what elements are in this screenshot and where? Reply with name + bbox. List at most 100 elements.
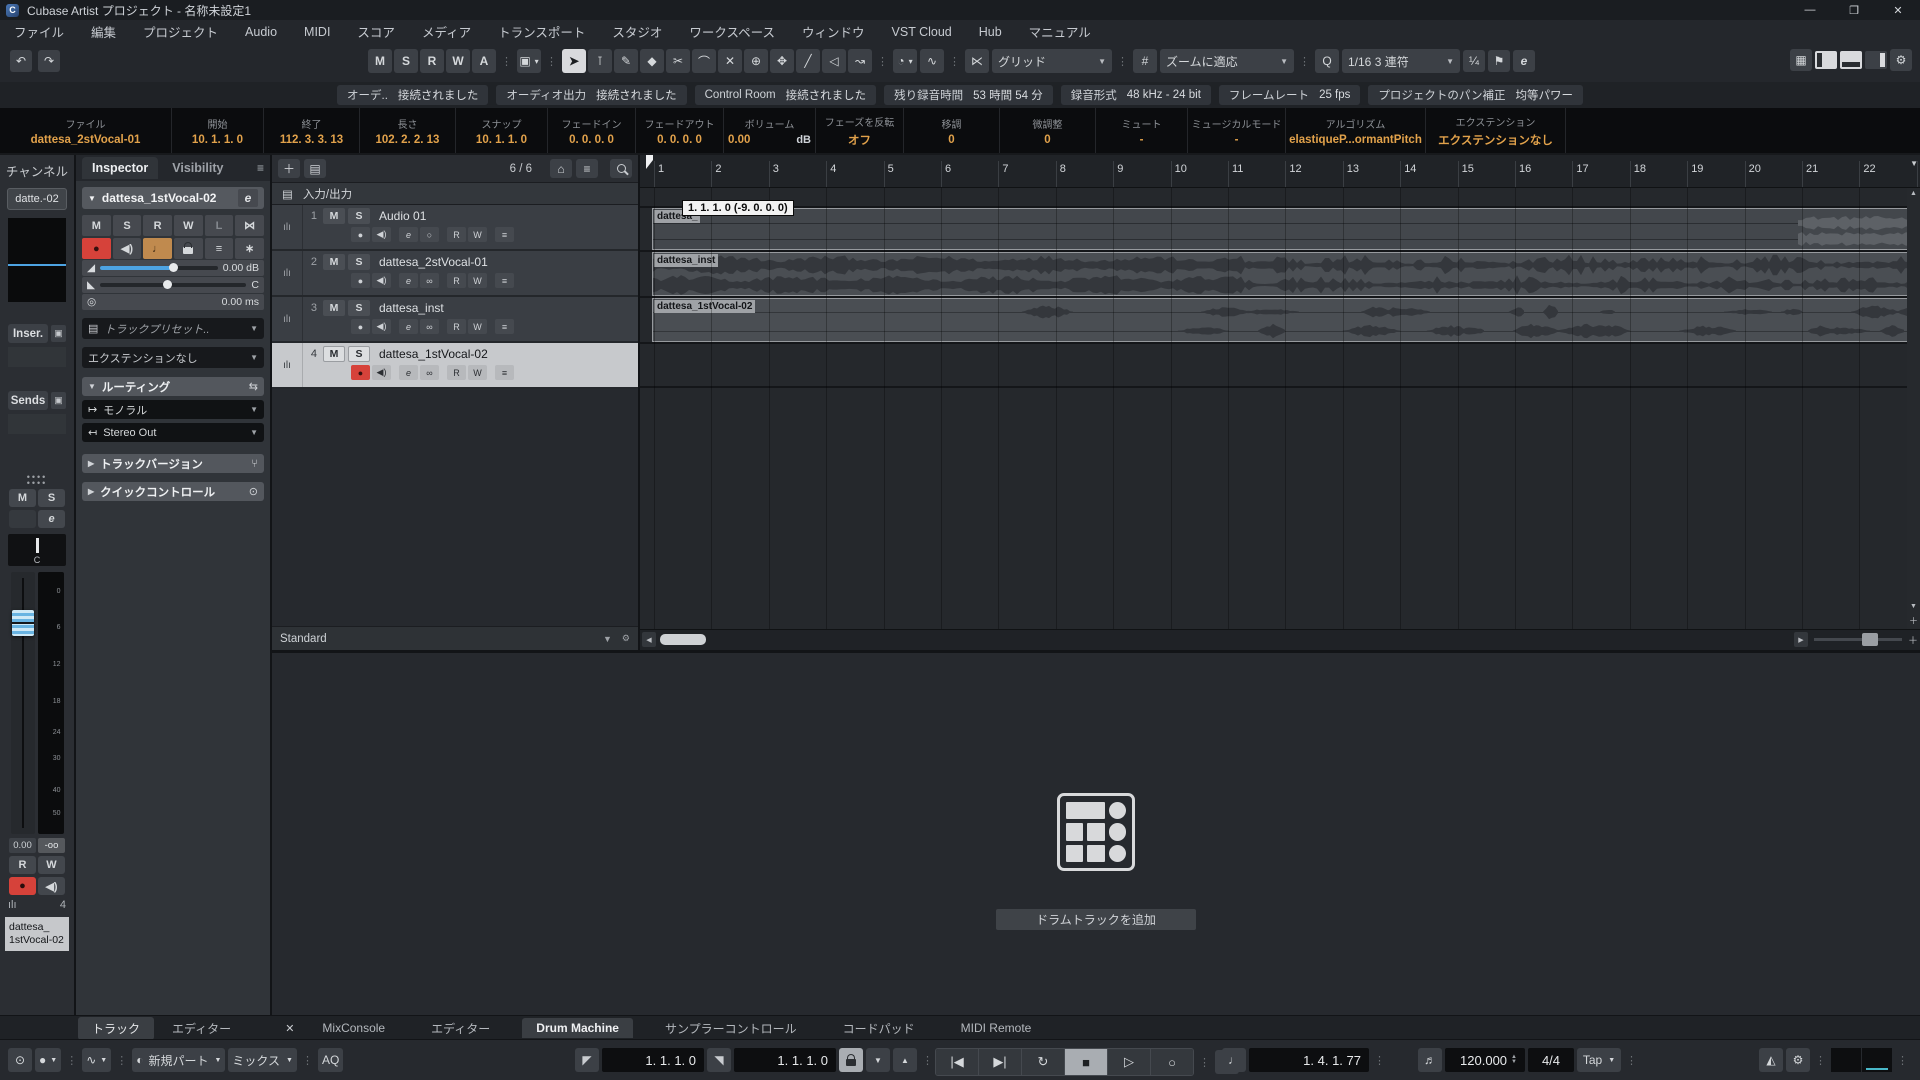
channel-thumbnail[interactable] bbox=[8, 218, 66, 302]
inspector-menu-icon[interactable]: ≡ bbox=[257, 161, 264, 175]
automation-w-button[interactable]: W bbox=[446, 49, 470, 73]
track-read-button[interactable]: R bbox=[447, 273, 466, 288]
minimize-button[interactable]: — bbox=[1788, 0, 1832, 20]
status-chip-2[interactable]: Control Room接続されました bbox=[695, 85, 876, 105]
listen-button[interactable]: L bbox=[205, 215, 234, 236]
track-name[interactable]: dattesa_inst bbox=[379, 301, 444, 315]
track-write-button[interactable]: W bbox=[468, 319, 487, 334]
volume-value[interactable]: 0.00 dB bbox=[223, 262, 259, 274]
track-row-2[interactable]: ılı2MSdattesa_2stVocal-01●◀)e∞RW≡ bbox=[272, 251, 638, 297]
lane-3[interactable]: dattesa_1stVocal-02 bbox=[640, 298, 1920, 342]
track-record-enable-button[interactable]: ● bbox=[351, 365, 370, 380]
track-read-button[interactable]: R bbox=[447, 227, 466, 242]
info-value-4[interactable]: 10. 1. 1. 0 bbox=[476, 134, 527, 146]
mute-button[interactable]: M bbox=[82, 215, 111, 236]
tempo-value[interactable]: 120.000 ▲▼ bbox=[1445, 1048, 1525, 1072]
redo-button[interactable]: ↷ bbox=[38, 50, 60, 72]
strip-drag-handle[interactable]: •••••••• bbox=[27, 474, 48, 486]
track-read-button[interactable]: R bbox=[447, 365, 466, 380]
track-monitor-button[interactable]: ◀) bbox=[372, 319, 391, 334]
strip-track-name[interactable]: dattesa_ 1stVocal-02 bbox=[5, 917, 69, 951]
tap-tempo-button[interactable]: Tap ▼ bbox=[1577, 1048, 1621, 1072]
info-value-2[interactable]: 112. 3. 3. 13 bbox=[280, 134, 343, 146]
info-value-1[interactable]: 10. 1. 1. 0 bbox=[192, 134, 243, 146]
sends-bypass-icon[interactable]: ▣ bbox=[51, 392, 66, 409]
lock-track-button[interactable] bbox=[174, 238, 203, 259]
left-locator-value[interactable]: 1. 1. 1. 0 bbox=[602, 1048, 704, 1072]
info-value-13[interactable]: elastiqueP...ormantPitch bbox=[1289, 134, 1422, 146]
sends-button[interactable]: Sends bbox=[8, 391, 48, 410]
track-solo-button[interactable]: S bbox=[348, 208, 370, 224]
metronome-button[interactable]: ◭ bbox=[1759, 1048, 1783, 1072]
project-tab-0[interactable]: トラック bbox=[78, 1017, 154, 1040]
track-record-enable-button[interactable]: ● bbox=[351, 273, 370, 288]
constrain-delay-button[interactable]: ⊙ bbox=[8, 1048, 32, 1072]
midi-record-mode-dropdown[interactable]: ◐ 新規パート ▼ bbox=[132, 1048, 225, 1072]
crossfade-button[interactable]: ∿ bbox=[920, 49, 944, 73]
glue-tool[interactable]: ⌒ bbox=[692, 49, 716, 73]
go-next-marker-button[interactable]: ▶| bbox=[979, 1049, 1022, 1075]
info-value-5[interactable]: 0. 0. 0. 0 bbox=[569, 134, 614, 146]
track-color-strip[interactable]: ılı bbox=[272, 251, 303, 295]
add-track-button[interactable]: ＋ bbox=[278, 159, 300, 178]
punch-in-button[interactable]: ▼ bbox=[866, 1048, 890, 1072]
track-monitor-button[interactable]: ◀) bbox=[372, 365, 391, 380]
menu-item-11[interactable]: VST Cloud bbox=[892, 25, 952, 39]
track-row-1[interactable]: ılı1MSAudio 01●◀)e○RW≡ bbox=[272, 205, 638, 251]
track-mute-button[interactable]: M bbox=[323, 346, 345, 362]
hzoom-plus-icon[interactable]: ＋ bbox=[1908, 632, 1918, 647]
iterative-quantize-button[interactable]: ¼ bbox=[1463, 50, 1485, 72]
lower-zone-tab-drum-machine[interactable]: Drum Machine bbox=[522, 1018, 633, 1038]
track-lanes-button[interactable]: ≡ bbox=[495, 365, 514, 380]
strip-pan-control[interactable]: C bbox=[8, 534, 66, 566]
inserts-button[interactable]: Inser. bbox=[8, 324, 48, 343]
track-name[interactable]: dattesa_2stVocal-01 bbox=[379, 255, 488, 269]
scroll-right-icon[interactable]: ▶ bbox=[1794, 632, 1808, 647]
hzoom-thumb[interactable] bbox=[1862, 633, 1878, 646]
menu-item-5[interactable]: スコア bbox=[357, 22, 395, 41]
channel-name-chip[interactable]: datte.-02 bbox=[7, 188, 67, 210]
right-locator-value[interactable]: 1. 1. 1. 0 bbox=[734, 1048, 836, 1072]
menu-item-13[interactable]: マニュアル bbox=[1029, 22, 1091, 41]
punch-out-button[interactable]: ▲ bbox=[893, 1048, 917, 1072]
go-previous-marker-button[interactable]: |◀ bbox=[936, 1049, 979, 1075]
time-format-icon[interactable]: ♩ bbox=[1222, 1048, 1246, 1072]
footer-settings-icon[interactable]: ⚙ bbox=[622, 633, 630, 644]
status-chip-0[interactable]: オーデ..接続されました bbox=[337, 85, 488, 105]
footer-expand-icon[interactable]: ▼ bbox=[603, 634, 612, 644]
extension-dropdown[interactable]: エクステンションなし ▼ bbox=[82, 347, 264, 368]
strip-mute-button[interactable]: M bbox=[9, 489, 36, 507]
fader-cap[interactable] bbox=[12, 610, 34, 636]
track-lanes-button[interactable]: ≡ bbox=[495, 273, 514, 288]
track-edit-button[interactable]: e bbox=[399, 227, 418, 242]
monitor-button[interactable]: ◀) bbox=[113, 238, 142, 259]
lower-zone-tab-エディター[interactable]: エディター bbox=[417, 1017, 504, 1040]
show-lanes-button[interactable]: ≡ bbox=[205, 238, 234, 259]
track-monitor-button[interactable]: ◀) bbox=[372, 273, 391, 288]
record-enable-button[interactable]: ● bbox=[82, 238, 111, 259]
vertical-scrollbar[interactable]: ▲ ▼ ＋ bbox=[1907, 188, 1920, 629]
track-monitor-button[interactable]: ◀) bbox=[372, 227, 391, 242]
freeze-button[interactable]: ∗ bbox=[235, 238, 264, 259]
quantize-dropdown[interactable]: 1/16 3 連符▼ bbox=[1342, 49, 1460, 73]
search-tracks-button[interactable] bbox=[610, 159, 632, 178]
hand-tool[interactable]: ✥ bbox=[770, 49, 794, 73]
routing-section-header[interactable]: ▼ ルーティング ⇆ bbox=[82, 377, 264, 396]
delay-value[interactable]: 0.00 ms bbox=[222, 296, 259, 308]
track-color-strip[interactable]: ılı bbox=[272, 205, 303, 249]
info-value-9[interactable]: 0 bbox=[948, 134, 954, 146]
audio-event-1[interactable]: dattesa_ bbox=[652, 208, 1920, 250]
time-signature-value[interactable]: 4/4 bbox=[1528, 1048, 1574, 1072]
strip-record-enable-button[interactable]: ● bbox=[9, 877, 36, 895]
track-solo-button[interactable]: S bbox=[348, 346, 370, 362]
auto-punch-button[interactable]: ▣▾ bbox=[517, 49, 541, 73]
scroll-down-icon[interactable]: ▼ bbox=[1910, 603, 1917, 610]
track-list-empty-area[interactable] bbox=[272, 389, 638, 626]
track-preset-dropdown[interactable]: ▤ トラックプリセット.. ▼ bbox=[82, 318, 264, 339]
track-name[interactable]: dattesa_1stVocal-02 bbox=[379, 347, 488, 361]
event-display[interactable]: ▲ ▼ ＋ dattesa_dattesa_instdattesa_1stVoc… bbox=[640, 188, 1920, 629]
zoom-tool[interactable]: ⊕ bbox=[744, 49, 768, 73]
track-mute-button[interactable]: M bbox=[323, 254, 345, 270]
menu-item-0[interactable]: ファイル bbox=[14, 22, 64, 41]
track-write-button[interactable]: W bbox=[468, 227, 487, 242]
